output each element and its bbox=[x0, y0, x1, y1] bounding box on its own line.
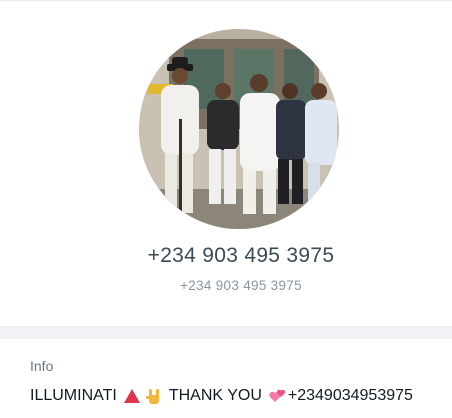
info-label: Info bbox=[30, 358, 54, 374]
info-text-part1: ILLUMINATI bbox=[30, 387, 117, 404]
profile-avatar[interactable] bbox=[139, 29, 339, 229]
top-border bbox=[0, 0, 452, 1]
contact-phone-secondary: +234 903 495 3975 bbox=[180, 278, 302, 293]
info-text-part2: THANK YOU bbox=[168, 387, 262, 404]
profile-header: +234 903 495 3975 +234 903 495 3975 bbox=[0, 0, 452, 326]
contact-phone-number: +234 903 495 3975 bbox=[147, 244, 335, 267]
revolving-hearts-icon bbox=[269, 389, 285, 402]
avatar-photo bbox=[139, 29, 339, 229]
section-divider bbox=[0, 326, 452, 339]
red-triangle-icon bbox=[123, 389, 140, 403]
info-text: ILLUMINATI THANK YOU +2349034953975 bbox=[30, 387, 413, 405]
info-text-part3: +2349034953975 bbox=[287, 387, 413, 404]
rock-on-hand-icon bbox=[145, 389, 159, 404]
info-section: Info ILLUMINATI THANK YOU +2349034953975 bbox=[0, 339, 452, 418]
